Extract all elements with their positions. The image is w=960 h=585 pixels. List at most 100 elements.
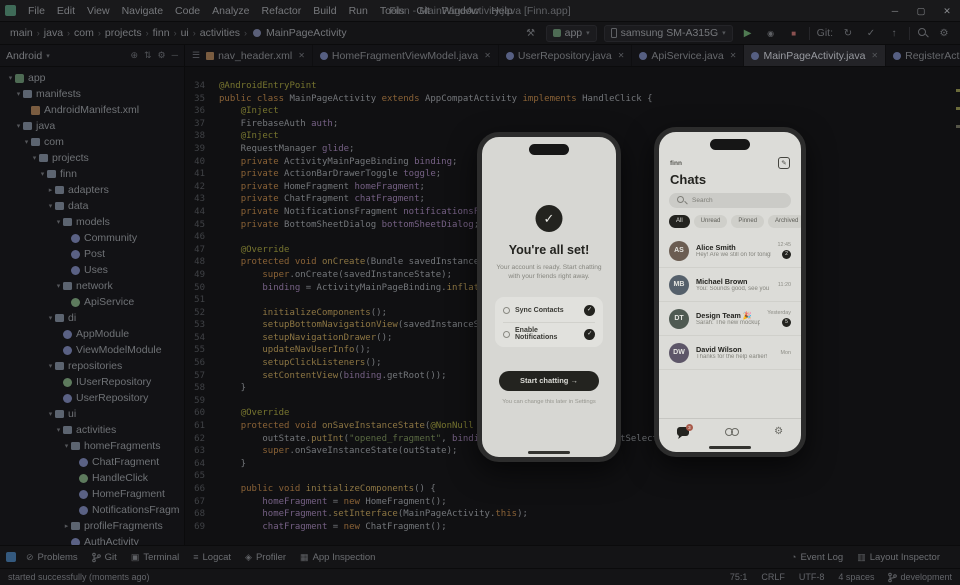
chevron-down-icon[interactable]: ▾ [54, 218, 63, 226]
device-select[interactable]: samsung SM-A315G ▾ [604, 25, 733, 42]
chat-list-item[interactable]: MBMichael BrownYou: Sounds good, see you… [659, 268, 801, 302]
chevron-down-icon[interactable]: ▾ [54, 282, 63, 290]
tool-window-event-log[interactable]: ◔Event Log [791, 552, 843, 563]
tool-window-profiler[interactable]: ◈Profiler [245, 552, 286, 563]
tree-item-repositories[interactable]: ▾repositories [0, 358, 184, 374]
run-button[interactable]: ▶ [740, 28, 756, 39]
search-everywhere-icon[interactable] [917, 27, 929, 39]
menu-item-help[interactable]: Help [485, 5, 519, 17]
menu-item-file[interactable]: File [22, 5, 51, 17]
breadcrumb-item-projects[interactable]: projects [103, 27, 144, 39]
minimize-button[interactable]: ─ [882, 0, 908, 22]
git-commit-button[interactable]: ✓ [863, 28, 879, 39]
menu-item-run[interactable]: Run [343, 5, 374, 17]
project-view-header[interactable]: Android ▾ ⊕ ⇅ ⚙ ─ [0, 45, 185, 66]
project-view-selector[interactable]: Android [6, 50, 42, 62]
close-icon[interactable]: ✕ [618, 51, 625, 60]
breadcrumb-item-java[interactable]: java [42, 27, 65, 39]
git-branch-widget[interactable]: development [888, 572, 952, 583]
chevron-down-icon[interactable]: ▾ [30, 154, 39, 162]
tree-item-apiservice[interactable]: ApiService [0, 294, 184, 310]
tree-item-uses[interactable]: Uses [0, 262, 184, 278]
tree-item-homefragment[interactable]: HomeFragment [0, 486, 184, 502]
breadcrumb-item-main[interactable]: main [8, 27, 35, 39]
indent-widget[interactable]: 4 spaces [838, 572, 874, 582]
tree-item-ui[interactable]: ▾ui [0, 406, 184, 422]
chevron-down-icon[interactable]: ▾ [22, 138, 31, 146]
tree-item-appmodule[interactable]: AppModule [0, 326, 184, 342]
tree-item-notificationsfragm[interactable]: NotificationsFragm [0, 502, 184, 518]
chat-list-item[interactable]: DWDavid WilsonThanks for the help earlie… [659, 336, 801, 370]
menu-item-refactor[interactable]: Refactor [256, 5, 308, 17]
tool-window-git[interactable]: Git [92, 552, 117, 563]
chevron-down-icon[interactable]: ▾ [46, 362, 55, 370]
chevron-down-icon[interactable]: ▾ [46, 314, 55, 322]
breadcrumb-item-finn[interactable]: finn [151, 27, 172, 39]
tree-item-androidmanifest.xml[interactable]: AndroidManifest.xml [0, 102, 184, 118]
menu-item-git[interactable]: Git [410, 5, 435, 17]
close-icon[interactable]: ✕ [298, 51, 305, 60]
tool-window-layout-inspector[interactable]: ▥Layout Inspector [857, 552, 940, 563]
tree-item-userrepository[interactable]: UserRepository [0, 390, 184, 406]
tree-item-models[interactable]: ▾models [0, 214, 184, 230]
menu-item-tools[interactable]: Tools [374, 5, 411, 17]
close-icon[interactable]: ✕ [484, 51, 491, 60]
settings-gear-icon[interactable]: ⚙ [936, 28, 952, 39]
build-hammer-icon[interactable]: ⚒ [523, 28, 539, 39]
groups-tab-icon[interactable] [725, 427, 739, 437]
tree-item-di[interactable]: ▾di [0, 310, 184, 326]
menu-item-window[interactable]: Window [436, 5, 485, 17]
tool-window-problems[interactable]: ⊘Problems [26, 552, 78, 563]
tree-item-homefragments[interactable]: ▾homeFragments [0, 438, 184, 454]
breadcrumb-item-mainpageactivity[interactable]: MainPageActivity [264, 27, 349, 39]
chevron-down-icon[interactable]: ▾ [6, 74, 15, 82]
tree-item-com[interactable]: ▾com [0, 134, 184, 150]
tree-item-adapters[interactable]: ▸adapters [0, 182, 184, 198]
chevron-down-icon[interactable]: ▾ [14, 90, 23, 98]
tree-item-chatfragment[interactable]: ChatFragment [0, 454, 184, 470]
checklist-row[interactable]: Sync Contacts✓ [503, 299, 595, 322]
chevron-down-icon[interactable]: ▾ [62, 442, 71, 450]
tree-item-data[interactable]: ▾data [0, 198, 184, 214]
editor-tab[interactable]: RegisterActivity.java✕ [886, 45, 960, 66]
breadcrumb-item-com[interactable]: com [72, 27, 96, 39]
tree-item-manifests[interactable]: ▾manifests [0, 86, 184, 102]
tree-item-app[interactable]: ▾app [0, 70, 184, 86]
menu-item-code[interactable]: Code [169, 5, 206, 17]
run-config-select[interactable]: app ▾ [546, 25, 597, 42]
tree-item-projects[interactable]: ▾projects [0, 150, 184, 166]
error-stripe[interactable] [956, 67, 960, 545]
chevron-down-icon[interactable]: ▾ [54, 426, 63, 434]
tree-item-activities[interactable]: ▾activities [0, 422, 184, 438]
git-push-button[interactable]: ↑ [886, 28, 902, 39]
editor-tab[interactable]: MainPageActivity.java✕ [744, 45, 886, 66]
maximize-button[interactable]: ▢ [908, 0, 934, 22]
tree-item-iuserrepository[interactable]: IUserRepository [0, 374, 184, 390]
menu-item-view[interactable]: View [81, 5, 116, 17]
checklist-row[interactable]: Enable Notifications✓ [503, 322, 595, 345]
quick-access-icon[interactable] [6, 552, 16, 562]
filter-chip-all[interactable]: All [669, 215, 690, 228]
tool-window-terminal[interactable]: ▣Terminal [131, 552, 179, 563]
tree-item-handleclick[interactable]: HandleClick [0, 470, 184, 486]
chats-tab-icon[interactable]: 3 [677, 427, 689, 436]
caret-position[interactable]: 75:1 [730, 572, 748, 582]
tree-item-authactivity[interactable]: AuthActivity [0, 534, 184, 545]
tool-window-app-inspection[interactable]: ▦App Inspection [300, 552, 375, 563]
stop-button[interactable]: ■ [786, 29, 802, 38]
tool-window-logcat[interactable]: ≡Logcat [193, 552, 231, 563]
debug-button[interactable]: ◉ [763, 29, 779, 38]
tree-item-community[interactable]: Community [0, 230, 184, 246]
sort-icon[interactable]: ⇅ [144, 50, 152, 61]
breadcrumb-item-activities[interactable]: activities [198, 27, 242, 39]
close-icon[interactable]: ✕ [871, 51, 878, 60]
close-button[interactable]: ✕ [934, 0, 960, 22]
start-chatting-button[interactable]: Start chatting → [499, 371, 599, 391]
tree-item-viewmodelmodule[interactable]: ViewModelModule [0, 342, 184, 358]
menu-item-build[interactable]: Build [307, 5, 342, 17]
locate-file-icon[interactable]: ⊕ [130, 50, 138, 61]
tree-item-post[interactable]: Post [0, 246, 184, 262]
chevron-right-icon[interactable]: ▸ [62, 522, 71, 530]
chats-search-input[interactable]: Search [669, 193, 791, 208]
tree-item-profilefragments[interactable]: ▸profileFragments [0, 518, 184, 534]
